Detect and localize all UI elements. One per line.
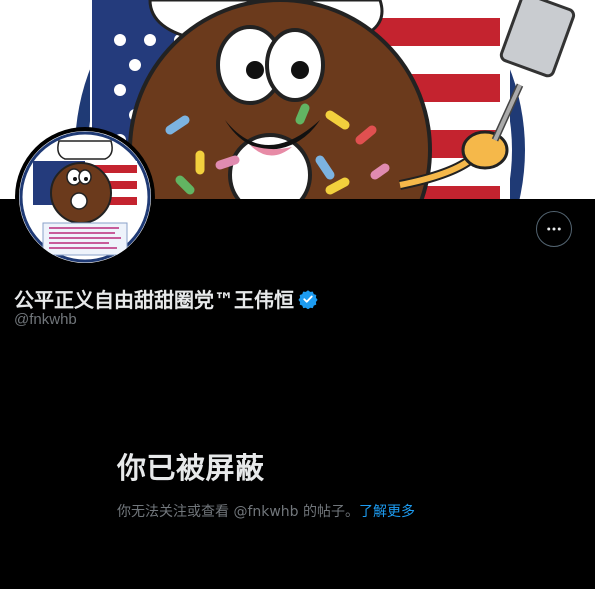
learn-more-link[interactable]: 了解更多 [359,504,415,520]
blocked-description-text: 你无法关注或查看 @fnkwhb 的帖子。 [117,504,360,520]
verified-badge-icon[interactable] [298,289,318,309]
blocked-notice: 你已被屏蔽 你无法关注或查看 @fnkwhb 的帖子。了解更多 [117,445,537,521]
blocked-description: 你无法关注或查看 @fnkwhb 的帖子。了解更多 [117,501,537,521]
profile-handle: @fnkwhb [14,311,77,328]
profile-name-row: 公平正义自由甜甜圈党™王伟恒 [14,284,318,313]
blocked-title: 你已被屏蔽 [117,451,265,485]
display-name: 公平正义自由甜甜圈党™王伟恒 [14,288,294,312]
profile-avatar[interactable] [15,127,155,267]
more-horizontal-icon [547,227,561,231]
more-options-button[interactable] [536,211,572,247]
